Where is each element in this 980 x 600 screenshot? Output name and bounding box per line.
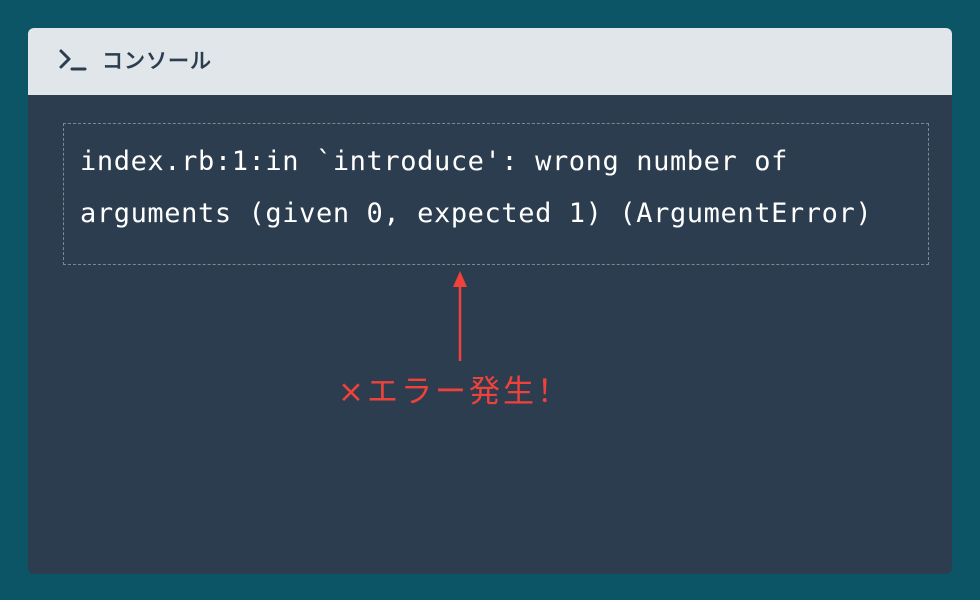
error-message: index.rb:1:in `introduce': wrong number … [80, 146, 873, 229]
console-window: コンソール index.rb:1:in `introduce': wrong n… [28, 28, 952, 574]
console-titlebar: コンソール [28, 28, 952, 95]
up-arrow-icon [453, 271, 467, 361]
error-output-box: index.rb:1:in `introduce': wrong number … [63, 123, 929, 265]
console-title: コンソール [102, 49, 212, 73]
error-annotation: ×エラー発生！ [338, 374, 571, 410]
terminal-prompt-icon [59, 49, 87, 71]
